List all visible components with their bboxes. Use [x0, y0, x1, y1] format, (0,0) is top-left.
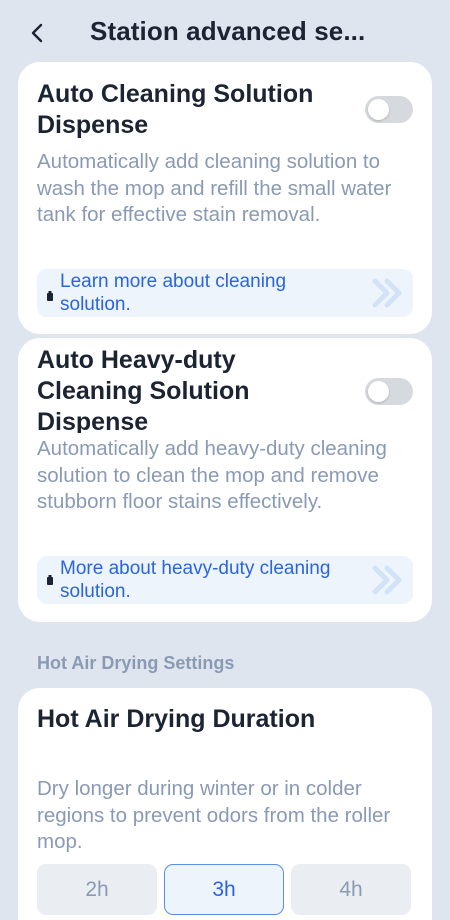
learn-more-cleaning-solution-link[interactable]: Learn more about cleaning solution.	[37, 269, 413, 317]
double-chevron-right-icon	[372, 278, 402, 308]
page-title: Station advanced se...	[90, 16, 366, 46]
bottle-icon	[47, 291, 53, 301]
hot-air-duration-description: Dry longer during winter or in colder re…	[37, 777, 391, 853]
duration-option-3h[interactable]: 3h	[164, 864, 284, 915]
toggle-knob	[368, 99, 389, 120]
link-text: More about heavy-duty cleaning solution.	[60, 558, 331, 602]
more-heavy-duty-solution-link[interactable]: More about heavy-duty cleaning solution.	[37, 556, 413, 604]
duration-option-4h[interactable]: 4h	[291, 864, 411, 915]
hot-air-section-label: Hot Air Drying Settings	[37, 653, 235, 673]
hot-air-duration-title: Hot Air Drying Duration	[37, 705, 316, 733]
toggle-knob	[368, 381, 389, 402]
heavy-duty-description: Automatically add heavy-duty cleaning so…	[37, 437, 387, 513]
double-chevron-right-icon	[372, 565, 402, 595]
auto-dispense-description: Automatically add cleaning solution to w…	[37, 150, 392, 226]
back-button[interactable]	[22, 18, 52, 48]
chevron-left-icon	[31, 23, 43, 43]
heavy-duty-card: Auto Heavy-duty Cleaning Solution Dispen…	[18, 338, 432, 622]
auto-dispense-card: Auto Cleaning Solution Dispense Automati…	[18, 62, 432, 334]
heavy-duty-toggle[interactable]	[365, 378, 413, 405]
auto-dispense-toggle[interactable]	[365, 96, 413, 123]
bottle-icon	[47, 575, 53, 585]
duration-option-2h[interactable]: 2h	[37, 864, 157, 915]
auto-dispense-title: Auto Cleaning Solution Dispense	[37, 80, 314, 139]
heavy-duty-title: Auto Heavy-duty Cleaning Solution Dispen…	[37, 346, 250, 433]
top-bar: Station advanced se...	[0, 0, 450, 64]
link-text: Learn more about cleaning solution.	[60, 271, 287, 315]
